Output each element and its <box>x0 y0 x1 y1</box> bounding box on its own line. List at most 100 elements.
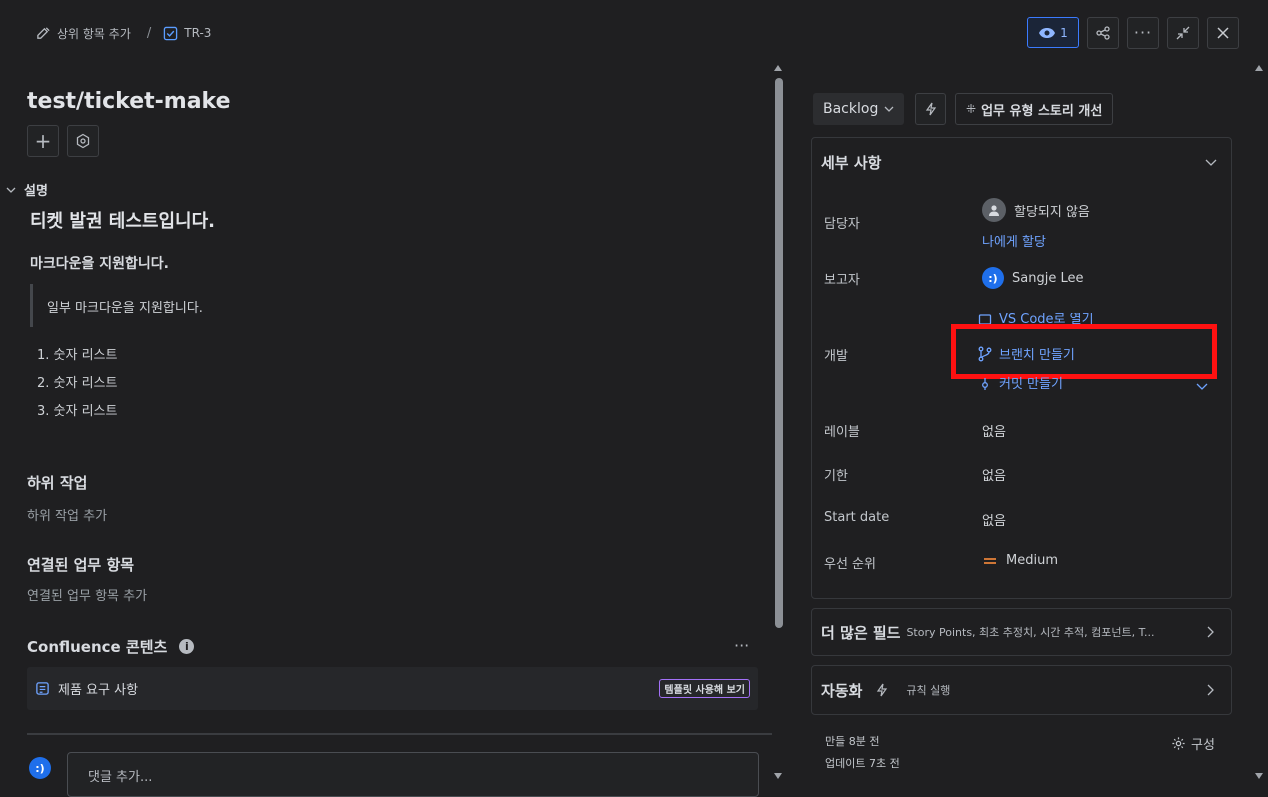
status-dropdown[interactable]: Backlog <box>813 93 905 125</box>
issue-title[interactable]: test/ticket-make <box>27 89 231 114</box>
share-icon <box>1096 26 1110 40</box>
assignee-field[interactable]: 할당되지 않음 <box>982 198 1090 222</box>
updated-timestamp: 업데이트 7초 전 <box>825 757 900 770</box>
priority-field[interactable]: Medium <box>982 553 1058 568</box>
description-subheading: 마크다운을 지원합니다. <box>30 256 169 272</box>
priority-value: Medium <box>1006 553 1058 568</box>
minimize-button[interactable] <box>1167 17 1199 49</box>
reporter-label: 보고자 <box>824 273 860 288</box>
comment-input[interactable]: 댓글 추가... <box>67 752 759 797</box>
improve-story-button[interactable]: ⁜ 업무 유형 스토리 개선 <box>955 93 1114 125</box>
lightning-icon <box>925 102 937 116</box>
sparkle-icon: ⁜ <box>966 102 977 116</box>
info-icon[interactable]: i <box>179 639 195 654</box>
blockquote-text: 일부 마크다운을 지원합니다. <box>47 301 203 316</box>
create-commit-link[interactable]: 커밋 만들기 <box>978 376 1063 390</box>
confluence-title: Confluence 콘텐츠 <box>27 638 168 656</box>
configure-button[interactable]: 구성 <box>1171 734 1215 753</box>
labels-value[interactable]: 없음 <box>982 421 1006 440</box>
reporter-value: Sangje Lee <box>1012 270 1084 286</box>
automation-desc: 규칙 실행 <box>906 684 951 697</box>
collapse-icon <box>1176 26 1190 40</box>
share-button[interactable] <box>1087 17 1119 49</box>
more-actions-button[interactable]: ··· <box>1127 17 1159 49</box>
watch-count: 1 <box>1060 25 1068 40</box>
chevron-right-icon <box>1206 626 1222 638</box>
add-subtask-link[interactable]: 하위 작업 추가 <box>27 505 107 524</box>
priority-label: 우선 순위 <box>824 557 876 572</box>
status-label: Backlog <box>823 101 879 117</box>
reporter-avatar: :) <box>982 267 1004 289</box>
chevron-down-icon[interactable] <box>1196 382 1208 392</box>
labels-label: 레이블 <box>824 425 860 440</box>
created-timestamp: 만들 8분 전 <box>825 735 880 748</box>
description-heading: 티켓 발권 테스트입니다. <box>30 211 215 232</box>
configure-label: 구성 <box>1191 738 1215 753</box>
assignee-label: 담당자 <box>824 217 860 232</box>
numbered-list: 1. 숫자 리스트 2. 숫자 리스트 3. 숫자 리스트 <box>37 342 117 426</box>
more-fields-panel[interactable]: 더 많은 필드 Story Points, 최초 추정치, 시간 추적, 컴포넌… <box>811 608 1232 656</box>
chevron-down-icon[interactable] <box>1205 157 1217 167</box>
more-fields-title: 더 많은 필드 <box>821 623 901 642</box>
automation-button[interactable] <box>915 93 946 125</box>
close-button[interactable] <box>1207 17 1239 49</box>
confluence-more-icon[interactable]: ··· <box>734 636 749 655</box>
eye-icon <box>1038 27 1056 39</box>
hexagon-icon <box>75 133 91 149</box>
comment-placeholder: 댓글 추가... <box>88 770 153 785</box>
automation-title: 자동화 <box>821 681 863 700</box>
scrollbar-up-arrow[interactable] <box>774 65 782 71</box>
watch-button[interactable]: 1 <box>1027 17 1079 48</box>
right-scrollbar-up-arrow[interactable] <box>1255 65 1263 71</box>
chevron-down-icon <box>884 104 894 114</box>
apps-button[interactable] <box>67 125 99 157</box>
add-button[interactable]: + <box>27 125 59 157</box>
scrollbar-thumb[interactable] <box>775 78 783 628</box>
start-date-value[interactable]: 없음 <box>982 510 1006 529</box>
comment-divider <box>27 733 772 735</box>
chevron-right-icon <box>1206 684 1222 696</box>
user-avatar: :) <box>29 757 51 779</box>
close-icon <box>1217 27 1229 39</box>
linked-items-title: 연결된 업무 항목 <box>27 556 135 574</box>
confluence-header: Confluence 콘텐츠 i <box>27 636 195 657</box>
assign-to-me-link[interactable]: 나에게 할당 <box>982 231 1046 250</box>
lightning-icon <box>876 683 888 697</box>
description-label: 설명 <box>24 184 48 199</box>
list-item: 1. 숫자 리스트 <box>37 348 118 363</box>
more-fields-desc: Story Points, 최초 추정치, 시간 추적, 컴포넌트, T... <box>906 626 1155 639</box>
list-item: 2. 숫자 리스트 <box>37 376 118 391</box>
chevron-down-icon <box>6 185 16 195</box>
reporter-field[interactable]: :) Sangje Lee <box>982 267 1083 289</box>
development-label: 개발 <box>824 349 848 364</box>
description-header[interactable]: 설명 <box>6 180 48 199</box>
right-scrollbar-down-arrow[interactable] <box>1255 773 1263 779</box>
commit-icon <box>978 378 992 390</box>
assignee-value: 할당되지 않음 <box>1014 204 1090 220</box>
user-placeholder-icon <box>982 198 1006 222</box>
plus-icon: + <box>34 129 52 153</box>
details-title[interactable]: 세부 사항 <box>821 152 881 173</box>
breadcrumb-separator: / <box>146 25 152 41</box>
confluence-item[interactable]: 제품 요구 사항 템플릿 사용해 보기 <box>27 667 758 710</box>
subtasks-title: 하위 작업 <box>27 474 88 492</box>
due-date-label: 기한 <box>824 469 848 484</box>
checkbox-icon <box>163 26 178 41</box>
parent-link[interactable]: 상위 항목 추가 <box>57 25 131 42</box>
more-icon: ··· <box>1133 23 1153 42</box>
issue-key-link[interactable]: TR-3 <box>184 26 211 40</box>
blockquote <box>30 284 33 327</box>
due-date-value[interactable]: 없음 <box>982 465 1006 484</box>
edit-icon[interactable] <box>36 26 51 41</box>
priority-medium-icon <box>982 556 998 566</box>
create-branch-link[interactable]: 브랜치 만들기 <box>978 344 1075 363</box>
branch-icon <box>978 346 992 362</box>
template-badge[interactable]: 템플릿 사용해 보기 <box>659 679 750 698</box>
scrollbar-down-arrow[interactable] <box>774 773 782 779</box>
start-date-label: Start date <box>824 510 890 525</box>
automation-panel[interactable]: 자동화 규칙 실행 <box>811 665 1232 715</box>
add-linked-item-link[interactable]: 연결된 업무 항목 추가 <box>27 585 147 604</box>
create-branch-label: 브랜치 만들기 <box>999 348 1075 363</box>
gear-icon <box>1171 736 1186 751</box>
list-item: 3. 숫자 리스트 <box>37 404 118 419</box>
